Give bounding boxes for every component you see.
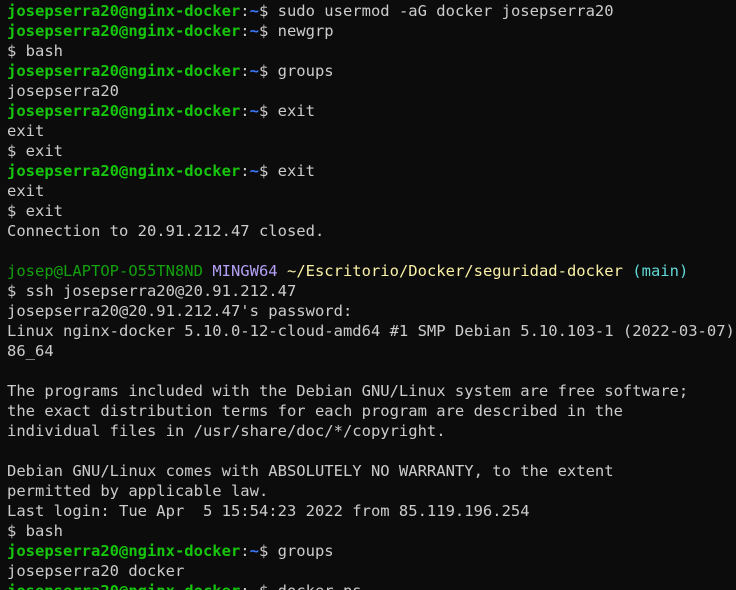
- terminal-text-segment: :: [240, 22, 250, 40]
- terminal-line: $ exit: [7, 201, 736, 221]
- terminal-text-segment: $ newgrp: [258, 22, 334, 40]
- terminal-text-segment: Linux nginx-docker 5.10.0-12-cloud-amd64…: [7, 322, 735, 340]
- terminal-text-segment: :: [240, 62, 250, 80]
- terminal-text-segment: :: [240, 2, 250, 20]
- terminal-line: the exact distribution terms for each pr…: [7, 401, 736, 421]
- terminal-text-segment: josep@LAPTOP-O55TN8ND: [7, 262, 203, 280]
- terminal-text-segment: josepserra20: [7, 82, 119, 100]
- terminal-line: exit: [7, 121, 736, 141]
- terminal-text-segment: ~: [249, 102, 259, 120]
- terminal-line: $ exit: [7, 141, 736, 161]
- terminal-line: josepserra20 docker: [7, 561, 736, 581]
- terminal-text-segment: ~: [249, 542, 259, 560]
- terminal-window[interactable]: josepserra20@nginx-docker:~$ sudo usermo…: [0, 0, 736, 590]
- terminal-text-segment: exit: [7, 122, 45, 140]
- terminal-text-segment: :: [240, 162, 250, 180]
- terminal-text-segment: ~: [249, 22, 259, 40]
- terminal-text-segment: :: [240, 102, 250, 120]
- terminal-text-segment: $ exit: [7, 202, 63, 220]
- terminal-text-segment: josepserra20@nginx-docker: [7, 542, 241, 560]
- terminal-text-segment: $ bash: [7, 42, 63, 60]
- terminal-text-segment: josepserra20 docker: [7, 562, 185, 580]
- terminal-text-segment: 86_64: [7, 342, 54, 360]
- terminal-line: josepserra20@nginx-docker:~$ groups: [7, 541, 736, 561]
- terminal-text-segment: josepserra20@nginx-docker: [7, 62, 241, 80]
- terminal-text-segment: Connection to 20.91.212.47 closed.: [7, 222, 325, 240]
- terminal-text-segment: ~: [249, 162, 259, 180]
- terminal-line: $ bash: [7, 41, 736, 61]
- terminal-text-segment: MINGW64: [212, 262, 278, 280]
- terminal-output: josepserra20@nginx-docker:~$ sudo usermo…: [7, 1, 736, 590]
- terminal-text-segment: josepserra20@nginx-docker: [7, 162, 241, 180]
- terminal-text-segment: :: [240, 582, 249, 590]
- terminal-text-segment: josepserra20@nginx-docker: [7, 582, 240, 590]
- terminal-line: josepserra20@nginx-docker:~$ sudo usermo…: [7, 1, 736, 21]
- terminal-text-segment: $ exit: [258, 102, 315, 120]
- terminal-text-segment: $ bash: [7, 522, 63, 540]
- terminal-line: permitted by applicable law.: [7, 481, 736, 501]
- terminal-line: Last login: Tue Apr 5 15:54:23 2022 from…: [7, 501, 736, 521]
- terminal-text-segment: $ groups: [258, 542, 334, 560]
- terminal-text-segment: josepserra20@nginx-docker: [7, 2, 241, 20]
- terminal-text-segment: :: [240, 542, 250, 560]
- terminal-line: josepserra20@nginx-docker:~$ docker ps: [7, 581, 736, 590]
- terminal-line: josep@LAPTOP-O55TN8ND MINGW64 ~/Escritor…: [7, 261, 736, 281]
- terminal-line: Connection to 20.91.212.47 closed.: [7, 221, 736, 241]
- terminal-text-segment: (main): [632, 262, 689, 280]
- terminal-line: Linux nginx-docker 5.10.0-12-cloud-amd64…: [7, 321, 736, 341]
- terminal-text-segment: $ ssh josepserra20@20.91.212.47: [7, 282, 297, 300]
- terminal-text-segment: josepserra20@nginx-docker: [7, 22, 241, 40]
- terminal-line: Debian GNU/Linux comes with ABSOLUTELY N…: [7, 461, 736, 481]
- terminal-text-segment: The programs included with the Debian GN…: [7, 382, 689, 400]
- terminal-line: josepserra20@nginx-docker:~$ newgrp: [7, 21, 736, 41]
- terminal-text-segment: $ groups: [258, 62, 334, 80]
- terminal-text-segment: $ exit: [7, 142, 63, 160]
- terminal-text-segment: ~: [249, 62, 259, 80]
- terminal-text-segment: $ exit: [258, 162, 315, 180]
- terminal-line: josepserra20@20.91.212.47's password:: [7, 301, 736, 321]
- terminal-text-segment: exit: [7, 182, 45, 200]
- terminal-text-segment: ~: [249, 2, 259, 20]
- terminal-line: josepserra20@nginx-docker:~$ groups: [7, 61, 736, 81]
- terminal-text-segment: Debian GNU/Linux comes with ABSOLUTELY N…: [7, 462, 614, 480]
- terminal-text-segment: Last login: Tue Apr 5 15:54:23 2022 from…: [7, 502, 530, 520]
- terminal-line: josepserra20: [7, 81, 736, 101]
- terminal-text-segment: individual files in /usr/share/doc/*/cop…: [7, 422, 446, 440]
- terminal-line: The programs included with the Debian GN…: [7, 381, 736, 401]
- terminal-text-segment: permitted by applicable law.: [7, 482, 269, 500]
- terminal-text-segment: $ docker ps: [259, 582, 362, 590]
- terminal-text-segment: josepserra20@20.91.212.47's password:: [7, 302, 353, 320]
- terminal-line: $ ssh josepserra20@20.91.212.47: [7, 281, 736, 301]
- terminal-line: exit: [7, 181, 736, 201]
- terminal-text-segment: ~/Escritorio/Docker/seguridad-docker: [286, 262, 623, 280]
- terminal-text-segment: josepserra20@nginx-docker: [7, 102, 241, 120]
- terminal-line: $ bash: [7, 521, 736, 541]
- terminal-text-segment: $ sudo usermod -aG docker josepserra20: [258, 2, 614, 20]
- terminal-line: 86_64: [7, 341, 736, 361]
- terminal-line: josepserra20@nginx-docker:~$ exit: [7, 161, 736, 181]
- terminal-text-segment: the exact distribution terms for each pr…: [7, 402, 623, 420]
- terminal-text-segment: ~: [250, 582, 259, 590]
- terminal-line: josepserra20@nginx-docker:~$ exit: [7, 101, 736, 121]
- terminal-line: individual files in /usr/share/doc/*/cop…: [7, 421, 736, 441]
